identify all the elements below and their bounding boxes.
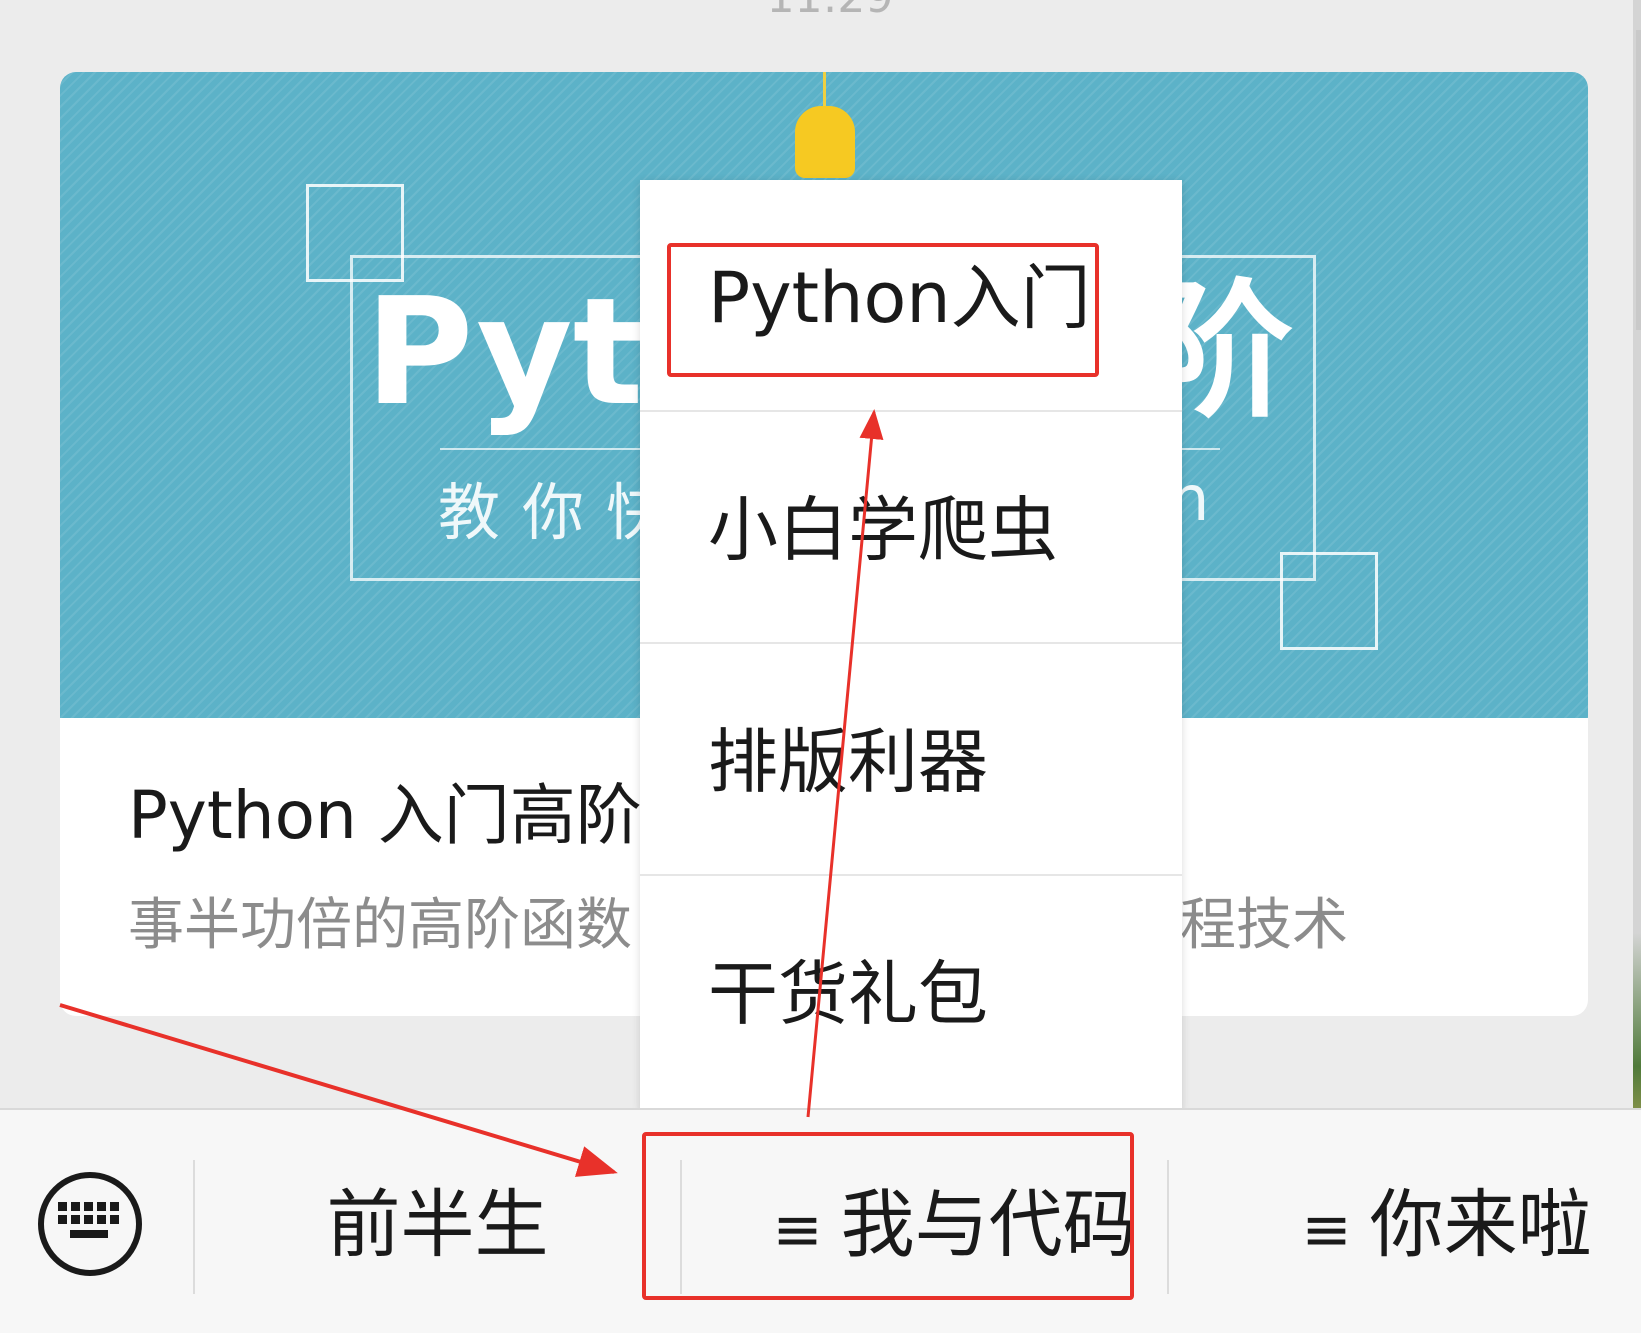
arrow-to-python-item xyxy=(806,409,884,1118)
arrow-to-menu-button xyxy=(59,1003,618,1177)
annotation-arrows xyxy=(59,409,884,1177)
wechat-screen: 11:29 Pyt 阶 教你快 n Python 入门高阶 事半功倍的高阶函数 … xyxy=(0,0,1641,1333)
